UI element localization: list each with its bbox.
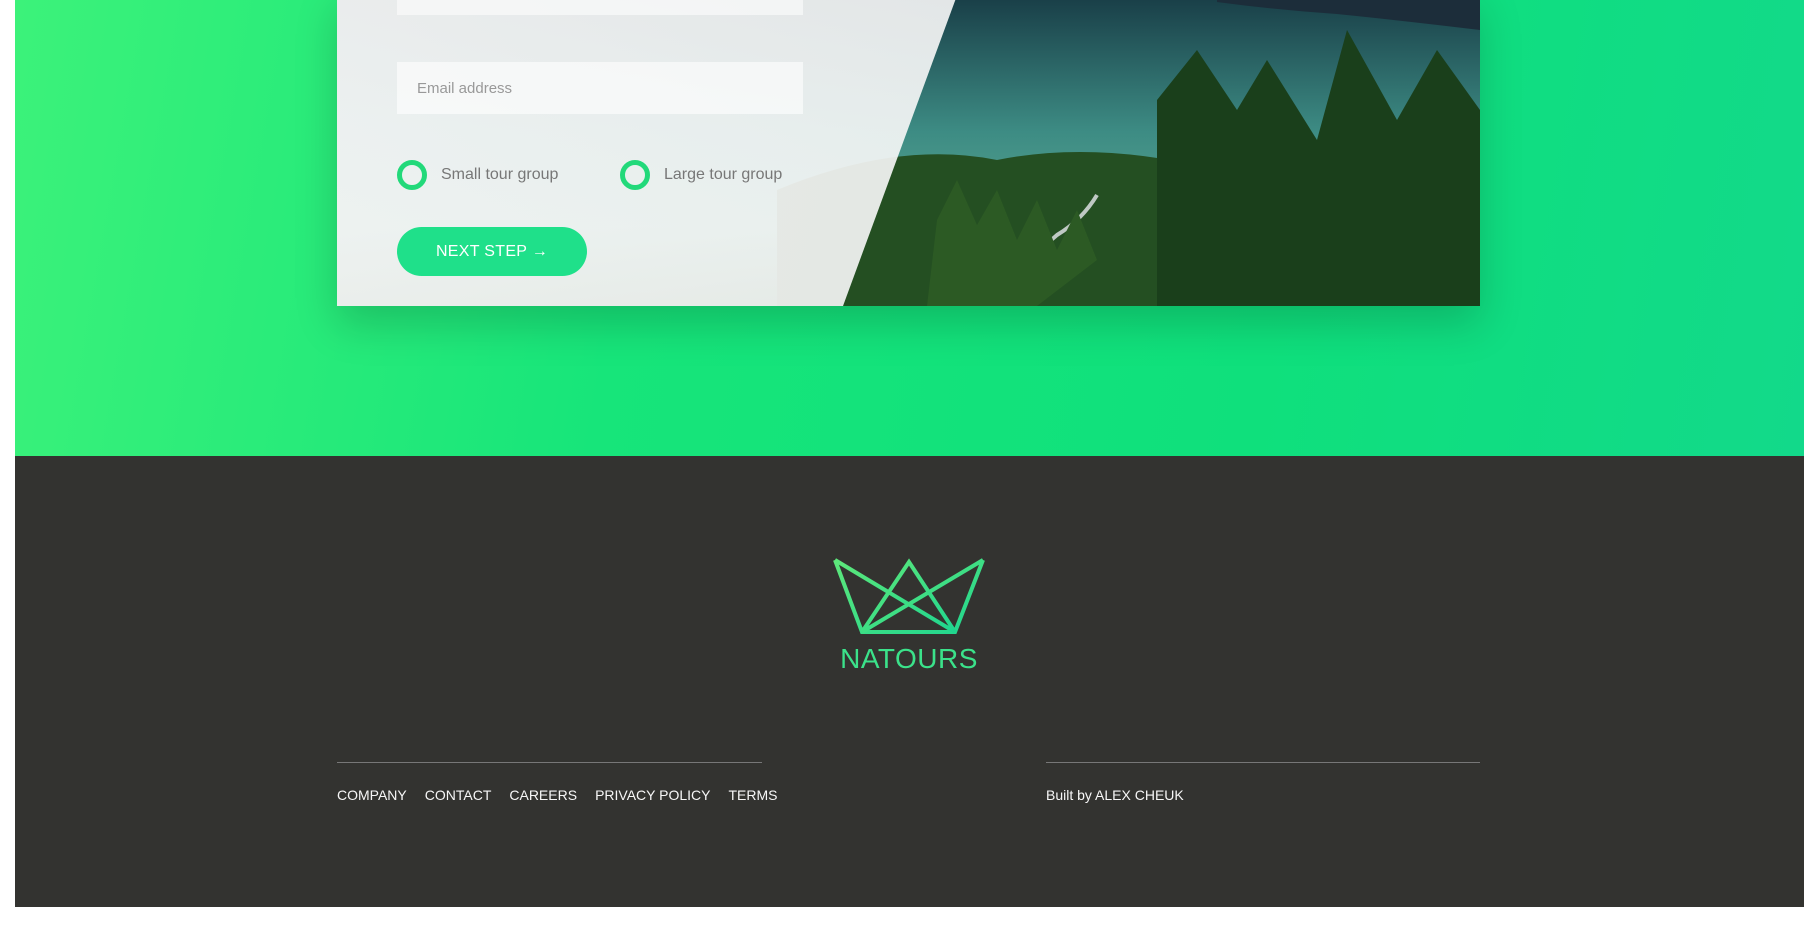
- natours-crown-logo: [833, 558, 985, 634]
- brand-name: NATOURS: [840, 643, 978, 674]
- footer-link-careers[interactable]: CAREERS: [509, 787, 577, 803]
- footer-link-terms[interactable]: TERMS: [728, 787, 777, 803]
- booking-section: Small tour group Large tour group NEXT S…: [15, 0, 1804, 456]
- footer-nav: COMPANY CONTACT CAREERS PRIVACY POLICY T…: [337, 762, 777, 803]
- large-tour-label: Large tour group: [664, 166, 783, 183]
- credit-block: Built by ALEX CHEUK: [1046, 762, 1480, 803]
- next-step-button[interactable]: NEXT STEP →: [397, 227, 587, 276]
- radio-button-icon[interactable]: [397, 160, 427, 190]
- footer-link-privacy-policy[interactable]: PRIVACY POLICY: [595, 787, 710, 803]
- footer-link-contact[interactable]: CONTACT: [425, 787, 492, 803]
- page: Small tour group Large tour group NEXT S…: [15, 0, 1804, 907]
- author-credit: Built by ALEX CHEUK: [1046, 787, 1184, 803]
- booking-card: Small tour group Large tour group NEXT S…: [337, 0, 1480, 306]
- small-tour-radio[interactable]: Small tour group: [397, 160, 558, 190]
- small-tour-label: Small tour group: [441, 166, 559, 183]
- large-tour-radio[interactable]: Large tour group: [620, 160, 782, 190]
- name-field[interactable]: [397, 0, 803, 15]
- footer: NATOURS COMPANY CONTACT CAREERS PRIVACY …: [15, 456, 1804, 907]
- email-field[interactable]: [397, 62, 803, 114]
- radio-button-icon[interactable]: [620, 160, 650, 190]
- footer-link-company[interactable]: COMPANY: [337, 787, 407, 803]
